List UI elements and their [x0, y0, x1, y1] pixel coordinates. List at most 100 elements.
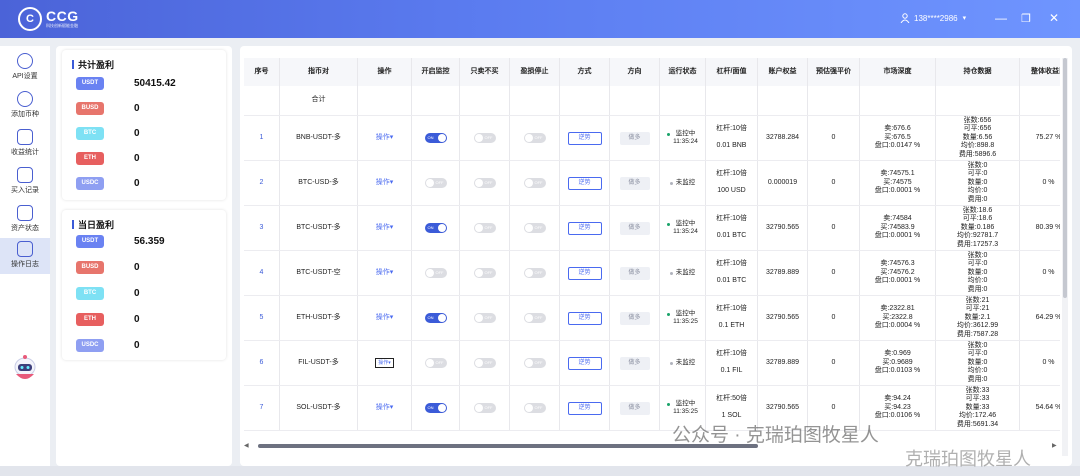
table-cell: 逆势	[560, 386, 610, 430]
stop-loss-toggle[interactable]: OFF	[523, 313, 546, 323]
monitor-toggle[interactable]: ON	[424, 313, 447, 323]
scroll-right-icon[interactable]: ▶	[1052, 442, 1057, 449]
sidebar-item-profit-stats[interactable]: 收益统计	[0, 126, 50, 162]
status-text: 未监控	[675, 179, 696, 186]
sell-only-toggle[interactable]: OFF	[473, 133, 496, 143]
stop-loss-toggle[interactable]: OFF	[523, 403, 546, 413]
stop-loss-toggle[interactable]: OFF	[523, 178, 546, 188]
table-cell: 0 %	[1020, 161, 1060, 205]
column-header[interactable]: 市场深度	[860, 58, 936, 86]
sell-only-toggle[interactable]: OFF	[473, 268, 496, 278]
table-cell: 64.29 %	[1020, 296, 1060, 340]
profit-row: ETH 0	[76, 151, 140, 165]
sidebar-item-buy-records[interactable]: 买入记录	[0, 164, 50, 200]
monitor-toggle[interactable]: ON	[424, 403, 447, 413]
sidebar-item-label: 操作日志	[11, 261, 39, 268]
sell-only-toggle[interactable]: OFF	[473, 178, 496, 188]
run-status: 监控中 11:35:24	[667, 220, 698, 236]
close-button[interactable]: ✕	[1047, 11, 1061, 25]
market-depth: 卖:94.24 买:94.23 盘口:0.0106 %	[874, 395, 921, 420]
liquidation-price: 0	[831, 403, 836, 411]
operation-dropdown[interactable]: 操作▾	[376, 179, 394, 188]
monitor-toggle[interactable]: ON	[424, 223, 447, 233]
table-cell: ON	[412, 386, 460, 430]
direction-button[interactable]: 做多	[619, 356, 650, 370]
column-header[interactable]: 账户权益	[758, 58, 808, 86]
status-dot-icon	[669, 182, 673, 185]
sell-only-toggle[interactable]: OFF	[473, 403, 496, 413]
profit-row: BTC 0	[76, 286, 140, 300]
column-header[interactable]: 预估强平价	[808, 58, 860, 86]
operation-dropdown[interactable]: 操作▾	[376, 224, 394, 233]
column-header[interactable]: 开启监控	[412, 58, 460, 86]
column-header[interactable]: 指币对	[280, 58, 358, 86]
mode-button[interactable]: 逆势	[567, 131, 602, 145]
table-cell: 32790.565	[758, 206, 808, 250]
direction-button[interactable]: 做多	[619, 401, 650, 415]
sidebar-item-asset-status[interactable]: 资产状态	[0, 202, 50, 238]
direction-button[interactable]: 做多	[619, 311, 650, 325]
table-row: 6 FIL-USDT-多 操作▾ OFF OFF OFF 逆势 做多 未监控 杠杆:10倍 0.1 …	[244, 341, 1060, 386]
position-data: 张数:0 可平:0 数量:0 均价:0 费用:0	[967, 341, 988, 383]
table-cell: 0	[808, 161, 860, 205]
column-header[interactable]: 操作	[358, 58, 412, 86]
operation-dropdown[interactable]: 操作▾	[376, 404, 394, 413]
column-header[interactable]: 方式	[560, 58, 610, 86]
monitor-toggle[interactable]: ON	[424, 133, 447, 143]
column-header[interactable]: 盈损停止	[510, 58, 560, 86]
mode-button[interactable]: 逆势	[567, 311, 602, 325]
stop-loss-toggle[interactable]: OFF	[523, 358, 546, 368]
mode-button[interactable]: 逆势	[567, 266, 602, 280]
sell-only-toggle[interactable]: OFF	[473, 223, 496, 233]
sidebar-item-api-settings[interactable]: API设置	[0, 50, 50, 86]
sell-only-toggle[interactable]: OFF	[473, 358, 496, 368]
vertical-scrollbar-thumb[interactable]	[1063, 58, 1067, 298]
stop-loss-toggle[interactable]: OFF	[523, 133, 546, 143]
stop-loss-toggle[interactable]: OFF	[523, 268, 546, 278]
table-cell: ON	[412, 116, 460, 160]
status-text: 监控中 11:35:24	[673, 220, 698, 235]
run-status: 监控中 11:35:24	[667, 130, 698, 146]
table-cell: 卖:0.969 买:0.9689 盘口:0.0103 %	[860, 341, 936, 385]
operation-dropdown[interactable]: 操作▾	[376, 134, 394, 143]
column-header[interactable]: 整体收益比	[1020, 58, 1060, 86]
column-header[interactable]: 只卖不买	[460, 58, 510, 86]
column-header[interactable]: 序号	[244, 58, 280, 86]
table-row: 4 BTC-USDT-空 操作▾ OFF OFF OFF 逆势 做多 未监控 杠杆:10倍 0.01…	[244, 251, 1060, 296]
toggle-label: OFF	[484, 314, 493, 320]
monitor-toggle[interactable]: OFF	[424, 268, 447, 278]
operation-dropdown[interactable]: 操作▾	[376, 269, 394, 278]
monitor-toggle[interactable]: OFF	[424, 178, 447, 188]
user-menu[interactable]: 138****2986 ▾	[900, 13, 966, 23]
maximize-button[interactable]: ❐	[1019, 11, 1033, 25]
sidebar-item-add-coin[interactable]: 添加币种	[0, 88, 50, 124]
column-header[interactable]: 持仓数据	[936, 58, 1020, 86]
column-header[interactable]: 运行状态	[660, 58, 706, 86]
sell-only-toggle[interactable]: OFF	[473, 313, 496, 323]
direction-button[interactable]: 做多	[619, 266, 650, 280]
table-cell: 0 %	[1020, 341, 1060, 385]
monitor-table-panel: 序号 指币对 操作 开启监控 只卖不买 盈损停止 方式 方向 运行状态 杠杆/面值 账户权益 预估强平…	[240, 46, 1072, 466]
direction-button[interactable]: 做多	[619, 221, 650, 235]
minimize-button[interactable]: —	[994, 11, 1008, 25]
monitor-toggle[interactable]: OFF	[424, 358, 447, 368]
direction-button[interactable]: 做多	[619, 131, 650, 145]
mode-button[interactable]: 逆势	[567, 401, 602, 415]
direction-button[interactable]: 做多	[619, 176, 650, 190]
overall-return-ratio: 64.29 %	[1035, 313, 1060, 321]
sidebar-item-operation-log[interactable]: 操作日志	[0, 238, 50, 274]
operation-dropdown[interactable]: 操作▾	[376, 314, 394, 323]
table-cell: 3	[244, 206, 280, 250]
column-header[interactable]: 方向	[610, 58, 660, 86]
vertical-scrollbar[interactable]	[1062, 58, 1068, 456]
column-header[interactable]: 杠杆/面值	[706, 58, 758, 86]
scroll-left-icon[interactable]: ◀	[244, 442, 249, 449]
table-cell: 逆势	[560, 116, 610, 160]
operation-dropdown[interactable]: 操作▾	[375, 357, 394, 369]
mode-button[interactable]: 逆势	[567, 221, 602, 235]
mode-button[interactable]: 逆势	[567, 356, 602, 370]
table-cell: 4	[244, 251, 280, 295]
mode-button[interactable]: 逆势	[567, 176, 602, 190]
table-cell: 操作▾	[358, 161, 412, 205]
stop-loss-toggle[interactable]: OFF	[523, 223, 546, 233]
